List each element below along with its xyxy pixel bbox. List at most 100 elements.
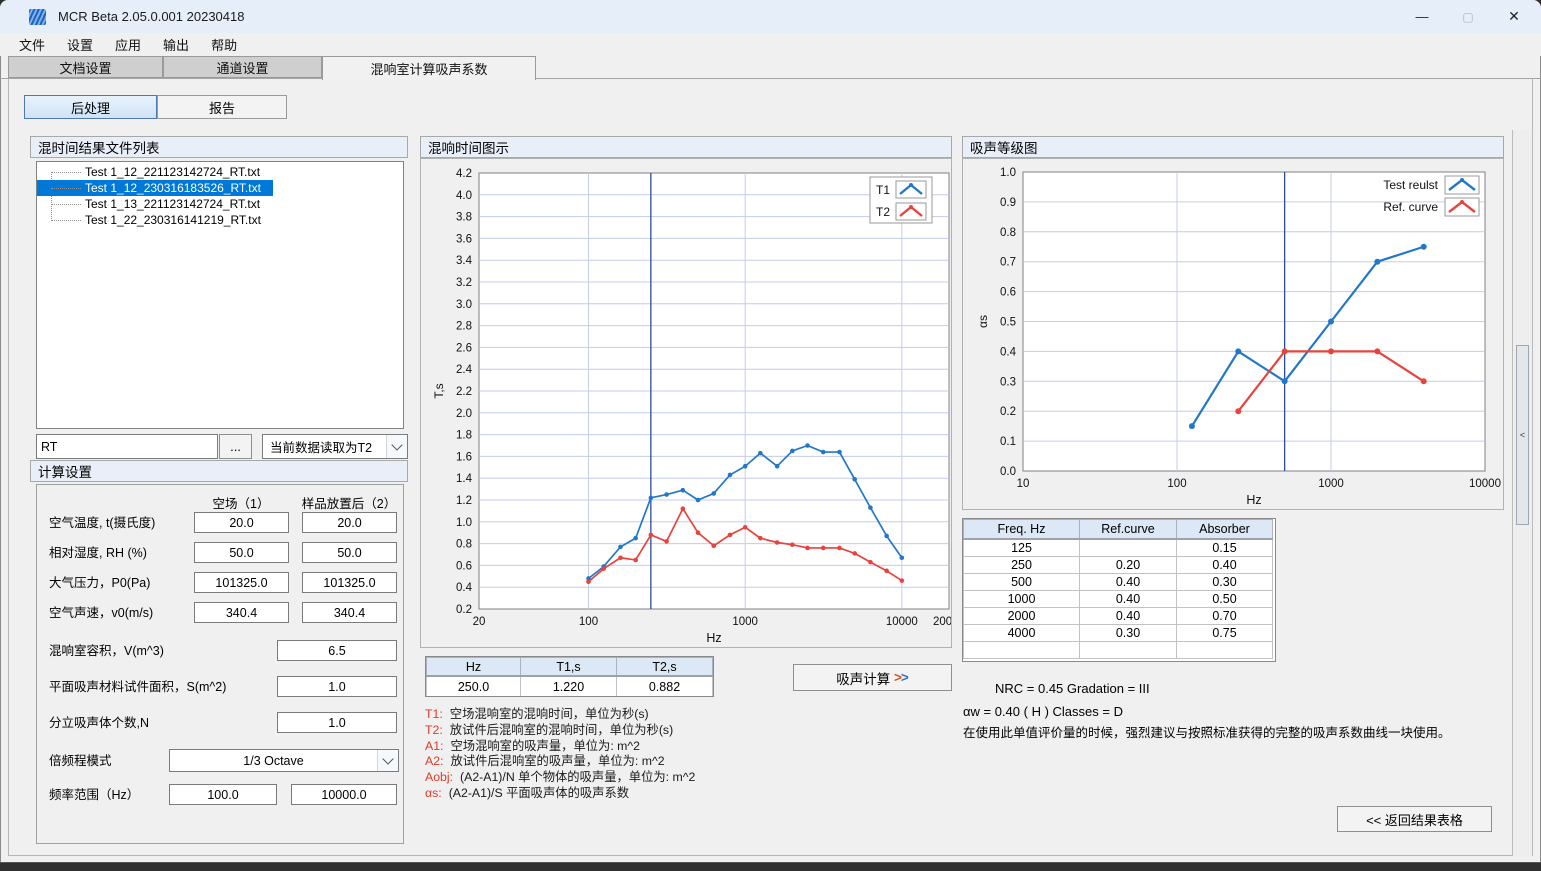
x-tick-label: 20000 [933,616,951,628]
cell: 0.15 [1177,539,1273,557]
legend-label: T2 [876,205,890,219]
y-tick-label: 0.0 [1000,466,1016,478]
cell: 0.20 [1080,557,1177,574]
x-tick-label: 1000 [1318,478,1344,490]
note-text: (A2-A1)/S 平面吸声体的吸声系数 [449,786,629,800]
minimize-button[interactable]: — [1399,0,1445,33]
cell: 125 [964,539,1080,557]
menu-item-1[interactable]: 文件 [8,33,56,56]
y-axis-label: T,s [432,383,446,398]
absorber-table: Freq. HzRef.curveAbsorber1250.152500.200… [962,518,1276,662]
table-row[interactable] [964,642,1273,659]
cell: 500 [964,574,1080,591]
column-header-empty-room: 空场（1） [213,493,270,512]
subtab-2[interactable]: 报告 [157,95,287,119]
menu-bar: 文件设置应用输出帮助 [0,33,1541,56]
calc-value-field[interactable] [277,712,397,733]
x-tick-label: 10000 [1469,478,1501,490]
note-line: A2: 放试件后混响室的吸声量，单位为: m^2 [425,754,695,770]
menu-item-4[interactable]: 输出 [152,33,200,56]
calc-value-field-2[interactable] [302,512,397,533]
abs_chart-svg: 0.00.10.20.30.40.50.60.70.80.91.01010010… [963,159,1503,509]
data-read-as-value: 当前数据读取为T2 [263,437,386,456]
absorption-chart-panel-title: 吸声等级图 [970,137,1038,157]
table-header-row: HzT1,sT2,s [427,658,713,677]
rt_chart-svg: 0.20.40.60.81.01.21.41.61.82.02.22.42.62… [421,159,951,647]
calc-value-field-1[interactable] [194,512,289,533]
column-header: T1,s [521,658,617,677]
y-tick-label: 0.5 [1000,317,1016,329]
calc-value-field-2[interactable] [302,542,397,563]
tab-2[interactable]: 通道设置 [163,56,322,78]
menu-item-5[interactable]: 帮助 [200,33,248,56]
calc-value-field-2[interactable] [302,602,397,623]
table-row[interactable]: 5000.400.30 [964,574,1273,591]
column-header: Hz [427,658,521,677]
freq-min-input[interactable] [169,784,277,805]
note-text: (A2-A1)/N 单个物体的吸声量，单位为: m^2 [460,770,695,784]
window-controls: — ▢ ✕ [1399,0,1537,33]
calc-value-field-1[interactable] [194,602,289,623]
file-list-item[interactable]: Test 1_13_221123142724_RT.txt [37,196,403,212]
tab-3[interactable]: 混响室计算吸声系数 [322,56,536,80]
absorption-calc-button[interactable]: 吸声计算 >> [793,664,952,691]
table-row[interactable]: 20000.400.70 [964,608,1273,625]
x-tick-label: 100 [579,616,598,628]
calc-value-field-2[interactable] [302,572,397,593]
x-axis-label: Hz [706,631,721,645]
table-row[interactable]: 2500.200.40 [964,557,1273,574]
note-label: A2: [425,754,443,768]
rt-chart-panel-caption: 混响时间图示 [420,136,952,158]
cell [1080,539,1177,557]
note-label: αs: [425,786,442,800]
y-tick-label: 3.8 [456,212,472,224]
calc-value-field-1[interactable] [194,572,289,593]
file-list[interactable]: Test 1_12_221123142724_RT.txtTest 1_12_2… [36,161,404,429]
calc-value-field-1[interactable] [194,542,289,563]
file-list-item[interactable]: Test 1_22_230316141219_RT.txt [37,212,403,228]
absorption-calc-button-label: 吸声计算 [836,668,890,688]
octave-mode-dropdown[interactable]: 1/3 Octave [169,749,399,772]
note-label: T1: [425,707,443,721]
reverberation-time-chart[interactable]: 0.20.40.60.81.01.21.41.61.82.02.22.42.62… [420,158,952,648]
note-text: 放试件后混响室的混响时间，单位为秒(s) [450,723,673,737]
nrc-result-text: NRC = 0.45 Gradation = III [995,681,1150,696]
table-row[interactable]: 125 0.15 [964,539,1273,557]
cell: 0.30 [1177,574,1273,591]
table-row[interactable]: 10000.400.50 [964,591,1273,608]
absorption-chart-panel-caption: 吸声等级图 [962,136,1504,158]
file-list-item[interactable]: Test 1_12_221123142724_RT.txt [37,164,403,180]
calc-settings-box: 空场（1） 样品放置后（2） 空气温度, t(摄氏度)相对湿度, RH (%)大… [36,484,404,844]
browse-button[interactable]: ... [219,434,252,459]
maximize-button[interactable]: ▢ [1445,0,1491,33]
note-line: αs: (A2-A1)/S 平面吸声体的吸声系数 [425,786,695,802]
y-tick-label: 4.0 [456,190,472,202]
close-button[interactable]: ✕ [1491,0,1537,33]
calc-row-label: 空气声速，v0(m/s) [49,603,153,623]
y-tick-label: 1.2 [456,495,472,507]
legend-curve-icon [1445,198,1479,216]
cell: 0.30 [1080,625,1177,642]
table-row: 250.01.2200.882 [427,676,713,697]
calc-value-field[interactable] [277,640,397,661]
table-row[interactable]: 40000.300.75 [964,625,1273,642]
menu-item-2[interactable]: 设置 [56,33,104,56]
taskbar-edge [0,862,1541,871]
data-read-as-dropdown[interactable]: 当前数据读取为T2 [262,434,408,459]
rt-name-input[interactable] [36,434,218,459]
file-list-item[interactable]: Test 1_12_230316183526_RT.txt [37,180,273,196]
cell: 1000 [964,591,1080,608]
calc-value-field[interactable] [277,676,397,697]
y-tick-label: 0.8 [456,539,472,551]
menu-item-3[interactable]: 应用 [104,33,152,56]
side-panel-collapse-handle[interactable]: < [1516,345,1529,525]
freq-max-input[interactable] [291,784,397,805]
x-tick-label: 1000 [732,616,758,628]
back-to-results-button[interactable]: << 返回结果表格 [1337,806,1492,832]
absorption-grade-chart[interactable]: 0.00.10.20.30.40.50.60.70.80.91.01010010… [962,158,1504,510]
tab-1[interactable]: 文档设置 [8,56,163,78]
note-text: 放试件后混响室的吸声量，单位为: m^2 [450,754,664,768]
x-axis-label: Hz [1246,493,1261,507]
legend-label: Ref. curve [1383,200,1438,214]
subtab-1[interactable]: 后处理 [24,95,157,119]
